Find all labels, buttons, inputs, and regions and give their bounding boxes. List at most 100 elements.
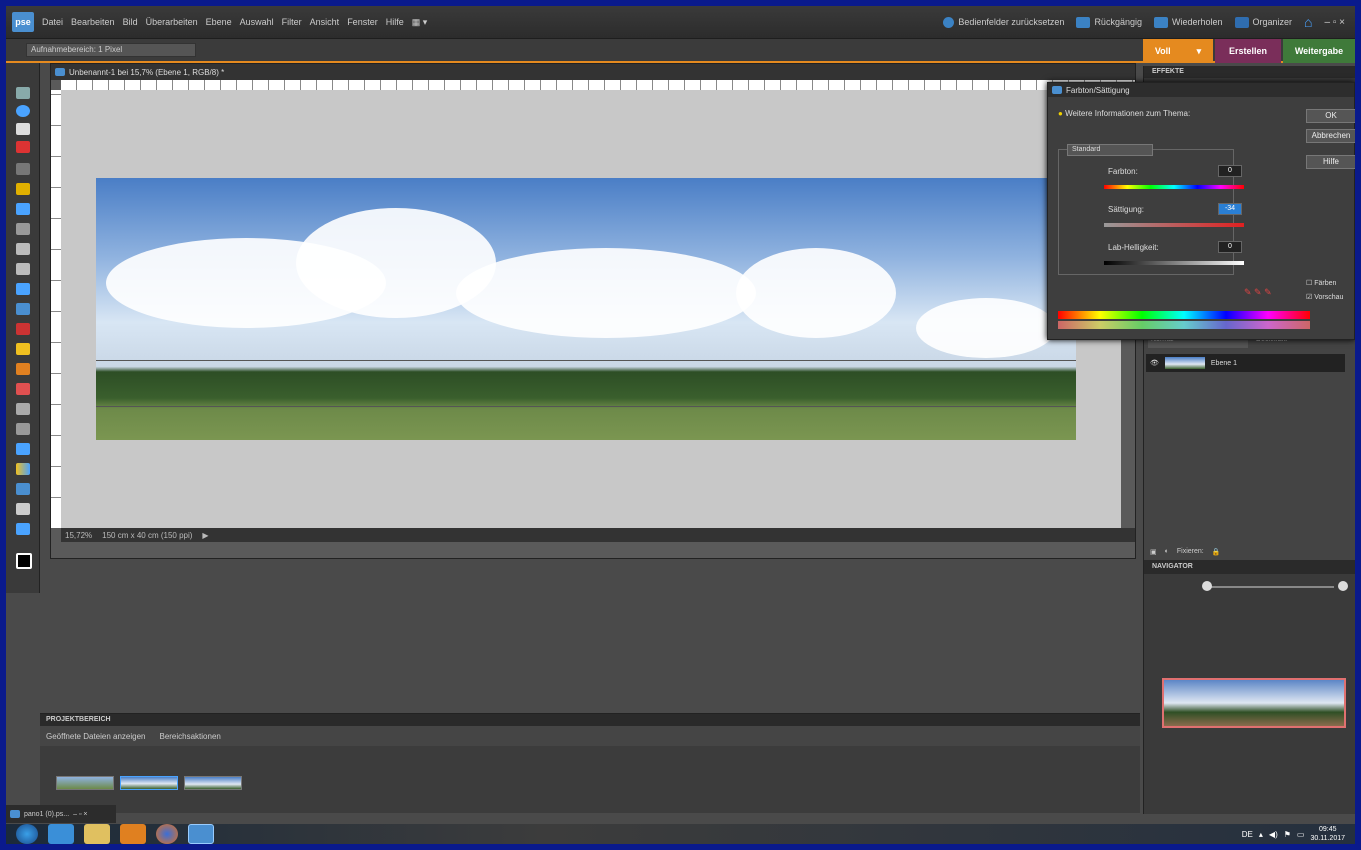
workspace-icon[interactable]: ▦ ▾	[412, 17, 428, 28]
internet-explorer-icon[interactable]	[48, 824, 74, 844]
ruler-vertical	[51, 90, 61, 528]
redo-button[interactable]: Wiederholen	[1153, 16, 1223, 28]
minimized-document-tab[interactable]: pano1 (0).ps... – ▫ ×	[6, 805, 116, 823]
hand-tool-icon[interactable]	[16, 123, 30, 135]
photoshop-elements-icon[interactable]	[188, 824, 214, 844]
project-thumbnail[interactable]	[120, 776, 178, 790]
marquee-tool-icon[interactable]	[16, 163, 30, 175]
shape-tool-icon[interactable]	[16, 483, 30, 495]
firefox-icon[interactable]	[156, 824, 178, 844]
lightness-slider[interactable]	[1104, 261, 1244, 265]
magic-wand-tool-icon[interactable]	[16, 203, 30, 215]
menu-filter[interactable]: Filter	[282, 17, 302, 27]
smart-brush-icon[interactable]	[16, 423, 30, 435]
tab-weitergabe[interactable]: Weitergabe	[1283, 39, 1355, 63]
menu-bild[interactable]: Bild	[123, 17, 138, 27]
media-player-icon[interactable]	[120, 824, 146, 844]
colorize-checkbox[interactable]: ☐ Färben	[1306, 279, 1336, 287]
eyedropper-icons[interactable]: ✎ ✎ ✎	[1244, 287, 1272, 298]
menu-ansicht[interactable]: Ansicht	[310, 17, 340, 27]
straighten-tool-icon[interactable]	[16, 303, 30, 315]
tab-voll-label: Voll	[1154, 46, 1171, 56]
volume-icon[interactable]: ◀)	[1269, 830, 1278, 839]
blur-tool-icon[interactable]	[16, 503, 30, 515]
new-layer-icon[interactable]: ▣	[1150, 548, 1157, 556]
layers-panel: Normal Deckkraft: 👁 Ebene 1 ▣ ◐ Fixieren…	[1144, 334, 1355, 560]
brush-tool-icon[interactable]	[16, 403, 30, 415]
color-swatches-icon[interactable]	[16, 553, 32, 569]
status-arrow-icon[interactable]: ▶	[202, 531, 208, 540]
tab-voll[interactable]: Voll ▾	[1143, 39, 1213, 63]
clock[interactable]: 09:45 30.11.2017	[1310, 825, 1345, 843]
saturation-slider[interactable]	[1104, 223, 1244, 227]
show-open-files-dropdown[interactable]: Geöffnete Dateien anzeigen	[46, 732, 145, 741]
minimized-document-label: pano1 (0).ps...	[24, 810, 70, 818]
window-controls[interactable]: – ▫ ×	[1324, 17, 1345, 28]
eye-icon[interactable]: 👁	[1150, 359, 1159, 367]
reset-panels-button[interactable]: Bedienfelder zurücksetzen	[943, 16, 1064, 28]
menu-hilfe[interactable]: Hilfe	[386, 17, 404, 27]
selection-brush-icon[interactable]	[16, 223, 30, 235]
eraser-tool-icon[interactable]	[16, 383, 30, 395]
project-thumbnail[interactable]	[56, 776, 114, 790]
paint-bucket-icon[interactable]	[16, 443, 30, 455]
adjustment-layer-icon[interactable]: ◐	[1165, 548, 1169, 556]
lasso-tool-icon[interactable]	[16, 183, 30, 195]
red-eye-tool-icon[interactable]	[16, 323, 30, 335]
flag-icon[interactable]: ⚑	[1284, 830, 1291, 839]
cancel-button[interactable]: Abbrechen	[1306, 129, 1355, 143]
hue-slider[interactable]	[1104, 185, 1244, 189]
lightbulb-icon: ●	[1058, 109, 1063, 118]
layer-row[interactable]: 👁 Ebene 1	[1146, 354, 1345, 372]
zoom-out-icon[interactable]	[1202, 581, 1212, 591]
network-icon[interactable]: ▭	[1297, 830, 1305, 839]
guide-line[interactable]	[96, 406, 1076, 407]
project-thumbnail[interactable]	[184, 776, 242, 790]
clone-stamp-icon[interactable]	[16, 363, 30, 375]
move-tool-icon[interactable]	[16, 87, 30, 99]
organizer-button[interactable]: Organizer	[1234, 16, 1292, 28]
menu-ueberarbeiten[interactable]: Überarbeiten	[146, 17, 198, 27]
guide-line[interactable]	[96, 360, 1076, 361]
canvas[interactable]	[61, 90, 1121, 528]
navigator-zoom-slider[interactable]	[1204, 586, 1334, 588]
undo-button[interactable]: Rückgängig	[1076, 16, 1142, 28]
menu-bearbeiten[interactable]: Bearbeiten	[71, 17, 115, 27]
tab-erstellen[interactable]: Erstellen	[1215, 39, 1281, 63]
clock-date: 30.11.2017	[1310, 835, 1345, 842]
start-button-icon[interactable]	[16, 824, 38, 844]
menu-fenster[interactable]: Fenster	[347, 17, 378, 27]
tray-arrow-icon[interactable]: ▴	[1259, 830, 1263, 839]
hue-input[interactable]: 0	[1218, 165, 1242, 177]
menu-ebene[interactable]: Ebene	[206, 17, 232, 27]
sample-size-dropdown[interactable]: Aufnahmebereich: 1 Pixel	[26, 43, 196, 57]
zoom-in-icon[interactable]	[1338, 581, 1348, 591]
menu-datei[interactable]: Datei	[42, 17, 63, 27]
navigator-preview[interactable]	[1162, 678, 1346, 728]
preset-dropdown[interactable]: Standard	[1067, 144, 1153, 156]
file-explorer-icon[interactable]	[84, 824, 110, 844]
gradient-tool-icon[interactable]	[16, 463, 30, 475]
lock-icon[interactable]: 🔒	[1212, 548, 1221, 556]
ok-button[interactable]: OK	[1306, 109, 1355, 123]
lightness-input[interactable]: 0	[1218, 241, 1242, 253]
healing-brush-icon[interactable]	[16, 343, 30, 355]
crop-tool-icon[interactable]	[16, 263, 30, 275]
home-icon[interactable]: ⌂	[1304, 14, 1312, 30]
window-controls[interactable]: – ▫ ×	[73, 811, 87, 818]
help-button[interactable]: Hilfe	[1306, 155, 1355, 169]
type-tool-icon[interactable]	[16, 243, 30, 255]
cookie-cutter-icon[interactable]	[16, 283, 30, 295]
project-bin-tabs: Geöffnete Dateien anzeigen Bereichsaktio…	[40, 726, 1140, 746]
undo-icon	[1076, 16, 1091, 28]
language-indicator[interactable]: DE	[1242, 830, 1253, 839]
saturation-input[interactable]: -34	[1218, 203, 1242, 215]
zoom-value[interactable]: 15,72%	[65, 531, 92, 540]
menu-auswahl[interactable]: Auswahl	[240, 17, 274, 27]
eyedropper-tool-icon[interactable]	[16, 141, 30, 153]
preview-checkbox[interactable]: ☑ Vorschau	[1306, 293, 1343, 301]
bin-actions-menu[interactable]: Bereichsaktionen	[159, 732, 220, 741]
zoom-tool-icon[interactable]	[16, 105, 30, 117]
sponge-tool-icon[interactable]	[16, 523, 30, 535]
document-title: Unbenannt-1 bei 15,7% (Ebene 1, RGB/8) *	[69, 67, 225, 77]
